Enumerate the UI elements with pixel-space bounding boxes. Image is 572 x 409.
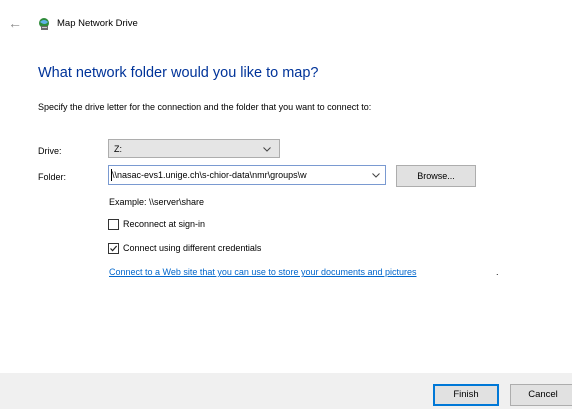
window-title: Map Network Drive: [57, 18, 138, 29]
website-link[interactable]: Connect to a Web site that you can use t…: [109, 266, 417, 278]
instruction-text: Specify the drive letter for the connect…: [38, 102, 372, 112]
browse-button[interactable]: Browse...: [396, 165, 476, 187]
cancel-button[interactable]: Cancel: [510, 384, 572, 406]
credentials-checkbox[interactable]: [108, 243, 119, 254]
folder-value: \\nasac-evs1.unige.ch\s-chior-data\nmr\g…: [112, 170, 307, 180]
text-caret: [111, 169, 112, 181]
drive-value: Z:: [114, 144, 122, 154]
drive-select[interactable]: Z:: [108, 139, 280, 158]
network-drive-icon: [39, 18, 49, 30]
chevron-down-icon: [263, 147, 271, 152]
back-arrow-icon[interactable]: ←: [8, 16, 22, 30]
reconnect-label[interactable]: Reconnect at sign-in: [123, 218, 205, 230]
chevron-down-icon[interactable]: [371, 170, 381, 180]
link-trailing-period: .: [496, 267, 499, 277]
folder-input[interactable]: \\nasac-evs1.unige.ch\s-chior-data\nmr\g…: [108, 165, 386, 185]
checkmark-icon: [110, 245, 118, 252]
drive-label: Drive:: [38, 146, 62, 156]
reconnect-checkbox[interactable]: [108, 219, 119, 230]
page-heading: What network folder would you like to ma…: [38, 65, 319, 81]
finish-button[interactable]: Finish: [433, 384, 499, 406]
folder-label: Folder:: [38, 172, 67, 182]
example-text: Example: \\server\share: [109, 197, 205, 207]
credentials-label[interactable]: Connect using different credentials: [123, 242, 261, 254]
